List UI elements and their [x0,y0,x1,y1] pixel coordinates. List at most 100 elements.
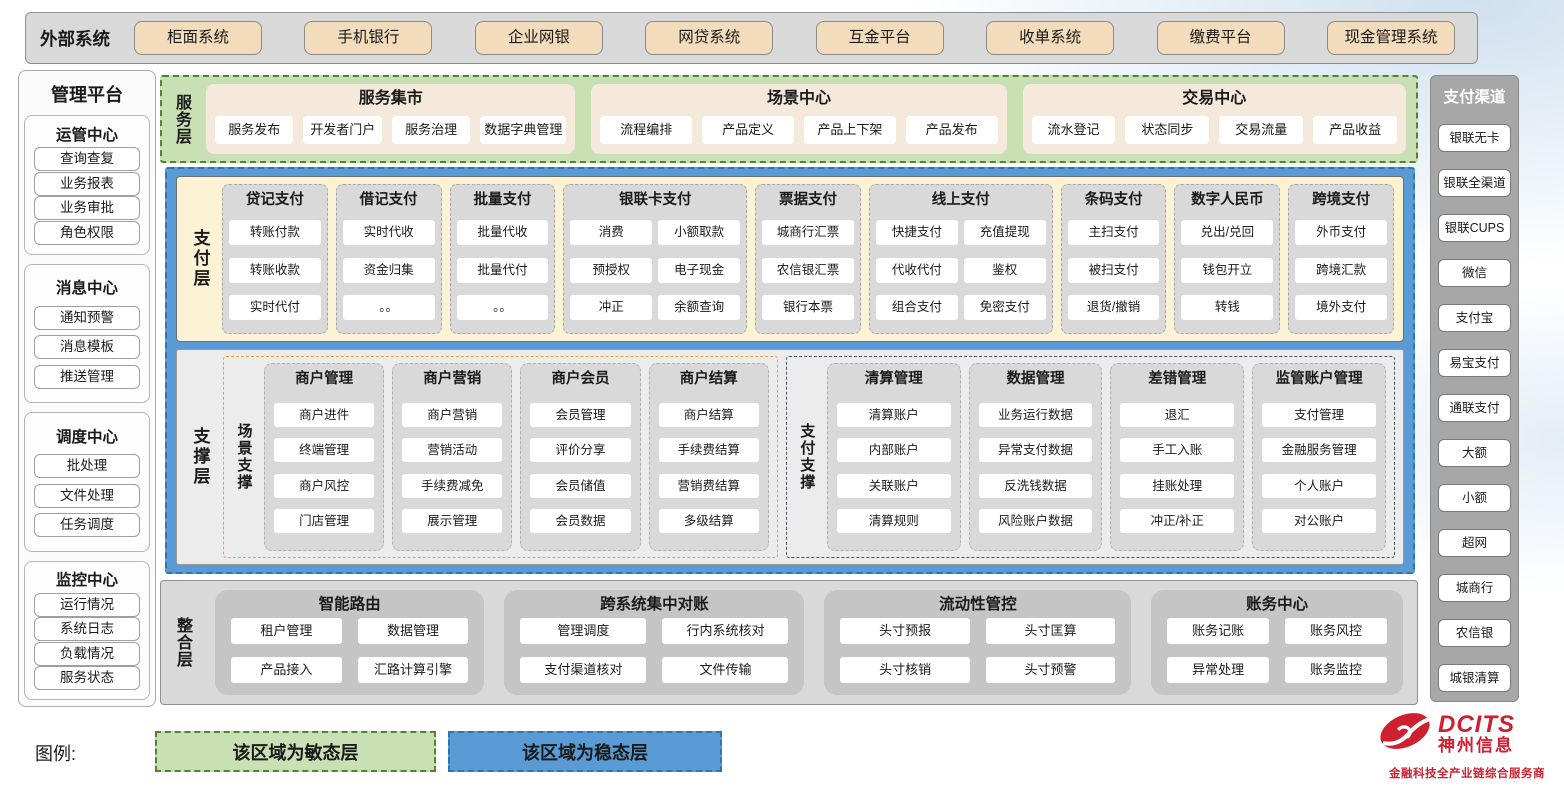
payment-column-title: 票据支付 [762,188,854,213]
integration-item-button: 管理调度 [520,618,646,644]
scene-support-group: 场景支撑 商户管理商户进件终端管理商户风控门店管理商户营销商户营销营销活动手续费… [223,356,778,558]
integration-item-button: 租户管理 [231,618,342,644]
payment-column-items: 转账付款转账收款实时代付 [229,213,321,327]
payment-item-button: 代收代付 [876,258,958,283]
service-item-button: 服务治理 [392,116,470,144]
integration-item-button: 头寸预报 [840,618,969,644]
support-item-button: 异常支付数据 [979,438,1093,462]
service-item-button: 状态同步 [1125,116,1209,144]
service-group: 场景中心流程编排产品定义产品上下架产品发布 [591,84,1006,154]
dcits-logo: DCITS 神州信息 金融科技全产业链综合服务商 [1376,706,1558,781]
payment-layer-label: 支付层 [186,184,214,334]
payment-item-button: 免密支付 [964,295,1046,320]
service-item-button: 数据字典管理 [480,116,566,144]
service-item-button: 产品发布 [906,116,998,144]
integration-item-button: 账务监控 [1285,657,1387,683]
payment-item-button: 被扫支付 [1068,258,1160,283]
service-group-items: 流水登记状态同步交易流量产品收益 [1032,111,1397,148]
integration-group-title: 流动性管控 [840,592,1115,618]
integration-item-button: 产品接入 [231,657,342,683]
management-group: 调度中心批处理文件处理任务调度 [24,412,150,552]
payment-item-button: 小额取款 [658,220,740,245]
integration-item-button: 头寸核销 [840,657,969,683]
payment-item-button: 余额查询 [658,295,740,320]
external-systems-bar: 外部系统 柜面系统手机银行企业网银网贷系统互金平台收单系统缴费平台现金管理系统 [25,12,1478,64]
payment-channels-title: 支付渠道 [1438,85,1511,107]
external-system-button: 手机银行 [304,21,432,55]
support-column-title: 商户结算 [655,367,763,391]
integration-item-button: 异常处理 [1167,657,1269,683]
management-group-title: 监控中心 [30,566,144,592]
management-item-button: 任务调度 [34,513,140,537]
support-column-items: 退汇手工入账挂账处理冲正/补正 [1116,391,1238,545]
management-item-button: 文件处理 [34,484,140,508]
channel-button: 小额 [1438,484,1511,512]
external-system-button: 收单系统 [986,21,1114,55]
integration-item-button: 行内系统核对 [662,618,788,644]
support-item-button: 挂账处理 [1120,474,1234,498]
payment-item-button: 批量代收 [457,220,549,245]
support-item-button: 反洗钱数据 [979,474,1093,498]
integration-group: 跨系统集中对账管理调度行内系统核对支付渠道核对文件传输 [504,590,804,695]
integration-layer: 整合层 智能路由租户管理数据管理产品接入汇路计算引擎跨系统集中对账管理调度行内系… [160,580,1418,705]
support-column: 商户管理商户进件终端管理商户风控门店管理 [264,363,384,551]
management-item-button: 业务报表 [34,172,140,196]
payment-column-items: 消费小额取款预授权电子现金冲正余额查询 [570,213,740,327]
external-system-button: 柜面系统 [134,21,262,55]
support-item-button: 冲正/补正 [1120,509,1234,533]
payment-item-button: 实时代付 [229,295,321,320]
support-column-items: 会员管理评价分享会员储值会员数据 [526,391,634,545]
management-group: 运管中心查询查复业务报表业务审批角色权限 [24,115,150,255]
support-column: 监管账户管理支付管理金融服务管理个人账户对公账户 [1252,363,1386,551]
payment-item-button: 转账收款 [229,258,321,283]
service-item-button: 交易流量 [1219,116,1303,144]
support-item-button: 营销费结算 [659,474,759,498]
payment-column: 银联卡支付消费小额取款预授权电子现金冲正余额查询 [563,184,747,334]
external-systems-buttons: 柜面系统手机银行企业网银网贷系统互金平台收单系统缴费平台现金管理系统 [120,21,1477,55]
support-item-button: 营销活动 [402,438,502,462]
support-item-button: 业务运行数据 [979,403,1093,427]
service-group-items: 流程编排产品定义产品上下架产品发布 [600,111,997,148]
management-group: 监控中心运行情况系统日志负载情况服务状态 [24,561,150,701]
payment-column-items: 实时代收资金归集。。 [343,213,435,327]
payment-item-button: 转钱 [1181,295,1273,320]
service-layer: 服务层 服务集市服务发布开发者门户服务治理数据字典管理场景中心流程编排产品定义产… [160,75,1418,163]
dcits-company: 神州信息 [1438,737,1515,755]
payment-support-label: 支付支撑 [795,363,819,551]
payment-column-title: 银联卡支付 [570,188,740,213]
integration-groups: 智能路由租户管理数据管理产品接入汇路计算引擎跨系统集中对账管理调度行内系统核对支… [215,590,1403,695]
payment-channels-sidebar: 支付渠道 银联无卡银联全渠道银联CUPS微信支付宝易宝支付通联支付大额小额超网城… [1430,75,1519,702]
support-item-button: 会员储值 [530,474,630,498]
payment-item-button: 农信银汇票 [762,258,854,283]
integration-group-items: 头寸预报头寸匡算头寸核销头寸预警 [840,618,1115,687]
payment-column-title: 贷记支付 [229,188,321,213]
payment-item-button: 消费 [570,220,652,245]
external-system-button: 缴费平台 [1157,21,1285,55]
support-column-items: 业务运行数据异常支付数据反洗钱数据风险账户数据 [975,391,1097,545]
payment-item-button: 跨境汇款 [1295,258,1387,283]
management-item-button: 业务审批 [34,196,140,220]
support-layer: 支撑层 场景支撑 商户管理商户进件终端管理商户风控门店管理商户营销商户营销营销活… [176,349,1404,565]
support-item-button: 终端管理 [274,438,374,462]
management-platform-groups: 运管中心查询查复业务报表业务审批角色权限消息中心通知预警消息模板推送管理调度中心… [24,115,150,700]
support-item-button: 展示管理 [402,509,502,533]
payment-item-button: 实时代收 [343,220,435,245]
support-item-button: 关联账户 [837,474,951,498]
channel-button: 城商行 [1438,574,1511,602]
support-item-button: 清算账户 [837,403,951,427]
service-item-button: 产品收益 [1313,116,1397,144]
payment-item-button: 资金归集 [343,258,435,283]
support-item-button: 商户风控 [274,474,374,498]
integration-group: 账务中心账务记账账务风控异常处理账务监控 [1151,590,1403,695]
payment-column-items: 外币支付跨境汇款境外支付 [1295,213,1387,327]
integration-group: 流动性管控头寸预报头寸匡算头寸核销头寸预警 [824,590,1131,695]
payment-item-button: 银行本票 [762,295,854,320]
payment-item-button: 冲正 [570,295,652,320]
payment-column-items: 主扫支付被扫支付退货/撤销 [1068,213,1160,327]
management-item-button: 推送管理 [34,365,140,389]
external-system-button: 网贷系统 [645,21,773,55]
service-group-title: 场景中心 [600,87,997,111]
payment-column-items: 批量代收批量代付。。 [457,213,549,327]
support-item-button: 门店管理 [274,509,374,533]
management-group-title: 运管中心 [30,121,144,147]
